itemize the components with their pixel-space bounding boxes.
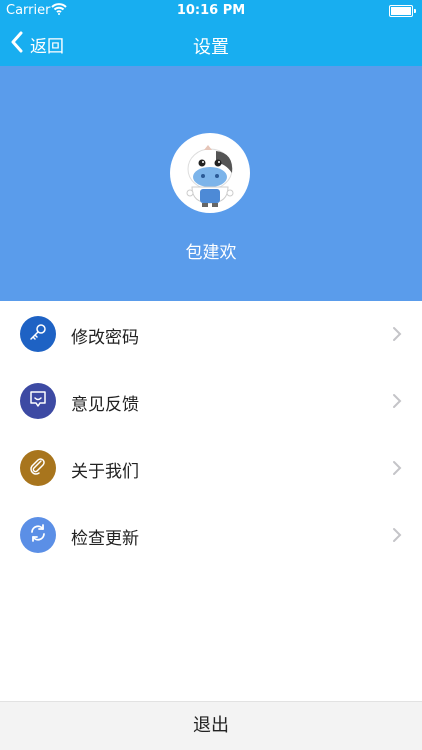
- settings-menu: 修改密码 意见反馈 关于我们 检查更新: [0, 301, 422, 569]
- profile-header: 包建欢: [0, 66, 422, 301]
- page-title: 设置: [193, 37, 229, 58]
- chevron-right-icon: [392, 326, 402, 342]
- clock: 10:16 PM: [176, 3, 246, 18]
- user-name: 包建欢: [185, 243, 237, 263]
- status-bar: Carrier 10:16 PM: [0, 0, 422, 22]
- chevron-right-icon: [392, 393, 402, 409]
- paperclip-icon: [28, 456, 48, 480]
- menu-item-about-us[interactable]: 关于我们: [0, 435, 422, 502]
- logout-button[interactable]: 退出: [0, 701, 422, 750]
- menu-item-change-password[interactable]: 修改密码: [0, 301, 422, 368]
- menu-item-label: 修改密码: [71, 328, 139, 348]
- refresh-icon: [28, 523, 48, 547]
- menu-item-label: 关于我们: [71, 462, 139, 482]
- menu-icon-circle: [20, 383, 56, 419]
- menu-item-label: 意见反馈: [71, 395, 139, 415]
- chevron-right-icon: [392, 527, 402, 543]
- key-icon: [28, 322, 48, 346]
- menu-icon-circle: [20, 316, 56, 352]
- menu-item-feedback[interactable]: 意见反馈: [0, 368, 422, 435]
- menu-item-check-update[interactable]: 检查更新: [0, 502, 422, 569]
- navigation-bar: 返回 设置: [0, 22, 422, 66]
- feedback-chat-icon: [28, 389, 48, 413]
- battery-icon: [389, 5, 416, 17]
- menu-icon-circle: [20, 517, 56, 553]
- cow-mascot-icon: [186, 145, 234, 207]
- avatar[interactable]: [170, 133, 250, 213]
- chevron-right-icon: [392, 460, 402, 476]
- menu-icon-circle: [20, 450, 56, 486]
- menu-item-label: 检查更新: [71, 529, 139, 549]
